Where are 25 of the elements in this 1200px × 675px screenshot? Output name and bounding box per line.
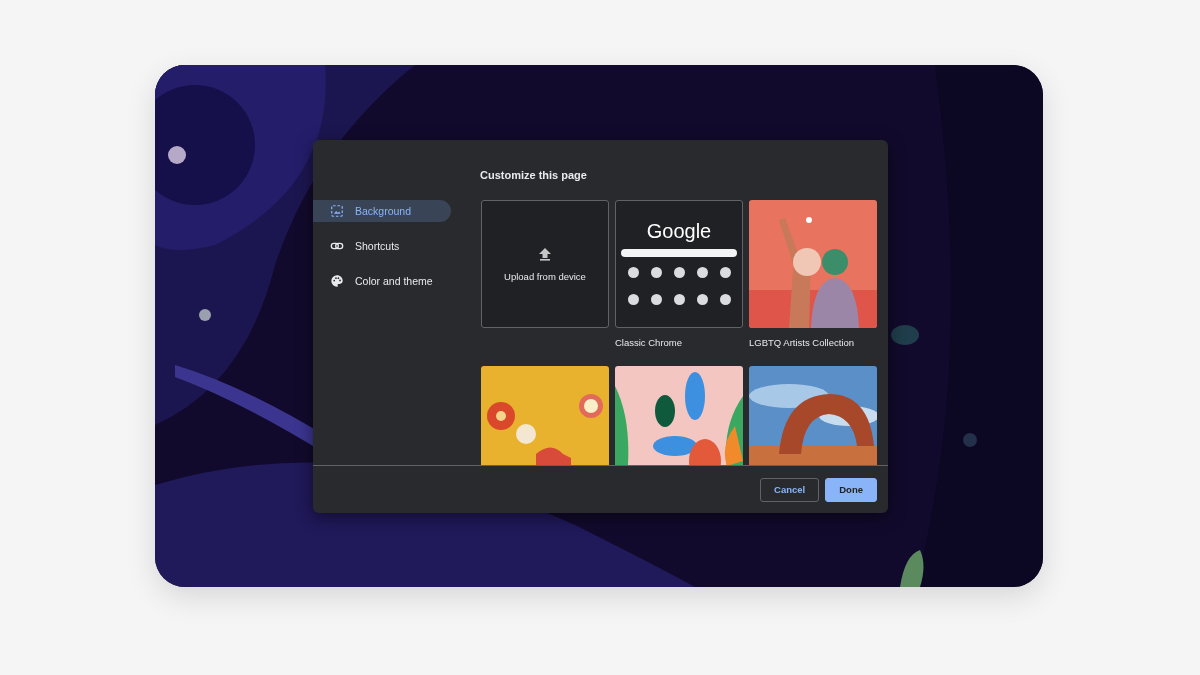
upload-tile[interactable]: Upload from device	[481, 200, 609, 328]
shortcut-dot	[650, 267, 662, 278]
logo-text: Google	[646, 219, 712, 243]
sidebar-item[interactable]: Background	[313, 200, 451, 222]
shortcut-dot	[673, 294, 685, 305]
dialog-title: Customize this page	[480, 169, 588, 183]
shortcut-dot	[650, 294, 662, 305]
shortcut-dot	[696, 267, 708, 278]
image-icon	[330, 204, 344, 218]
shortcut-dot	[627, 267, 639, 278]
palette-icon	[330, 274, 344, 288]
sidebar-item[interactable]: Color and theme	[313, 270, 451, 292]
shortcut-dot	[696, 294, 708, 305]
tile-caption: LGBTQ Artists Collection	[749, 337, 856, 348]
sidebar-item[interactable]: Shortcuts	[313, 235, 451, 257]
upload-icon	[537, 246, 553, 262]
leaf-shape	[900, 550, 924, 587]
shortcut-dot	[719, 267, 731, 278]
cancel-button[interactable]: Cancel	[760, 477, 820, 502]
shortcut-dot	[673, 267, 685, 278]
done-button[interactable]: Done	[825, 477, 877, 502]
shortcut-dot	[627, 294, 639, 305]
classic-tile[interactable]: Google	[615, 200, 743, 328]
tile-caption: Classic Chrome	[615, 337, 684, 348]
shortcut-dot	[719, 294, 731, 305]
